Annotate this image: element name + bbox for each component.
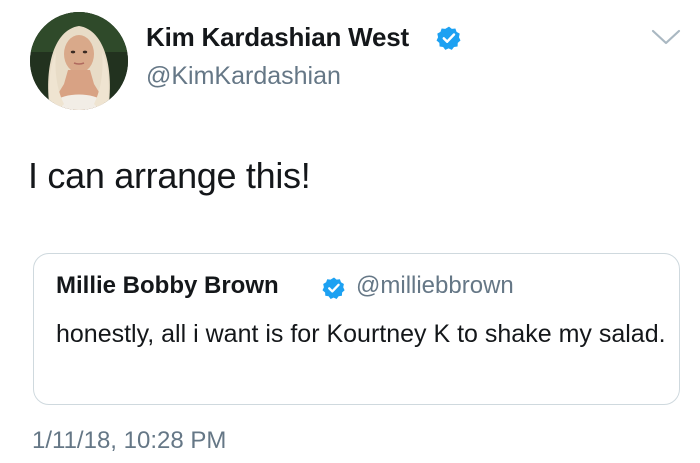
chevron-down-icon[interactable] (649, 25, 683, 49)
author-handle[interactable]: @KimKardashian (146, 62, 341, 91)
avatar[interactable] (30, 12, 128, 110)
verified-badge-icon (322, 277, 345, 299)
author-display-name[interactable]: Kim Kardashian West (146, 22, 409, 53)
tweet-timestamp[interactable]: 1/11/18, 10:28 PM (32, 427, 226, 455)
quoted-tweet-text: honestly, all i want is for Kourtney K t… (56, 320, 666, 348)
tweet-text: I can arrange this! (28, 155, 311, 196)
verified-badge-icon (436, 26, 461, 50)
quoted-tweet-card[interactable]: Millie Bobby Brown @milliebbrown honestl… (33, 253, 680, 405)
avatar-image (30, 12, 128, 110)
quoted-author-display-name: Millie Bobby Brown (56, 272, 279, 299)
quoted-author-handle: @milliebbrown (356, 272, 514, 299)
